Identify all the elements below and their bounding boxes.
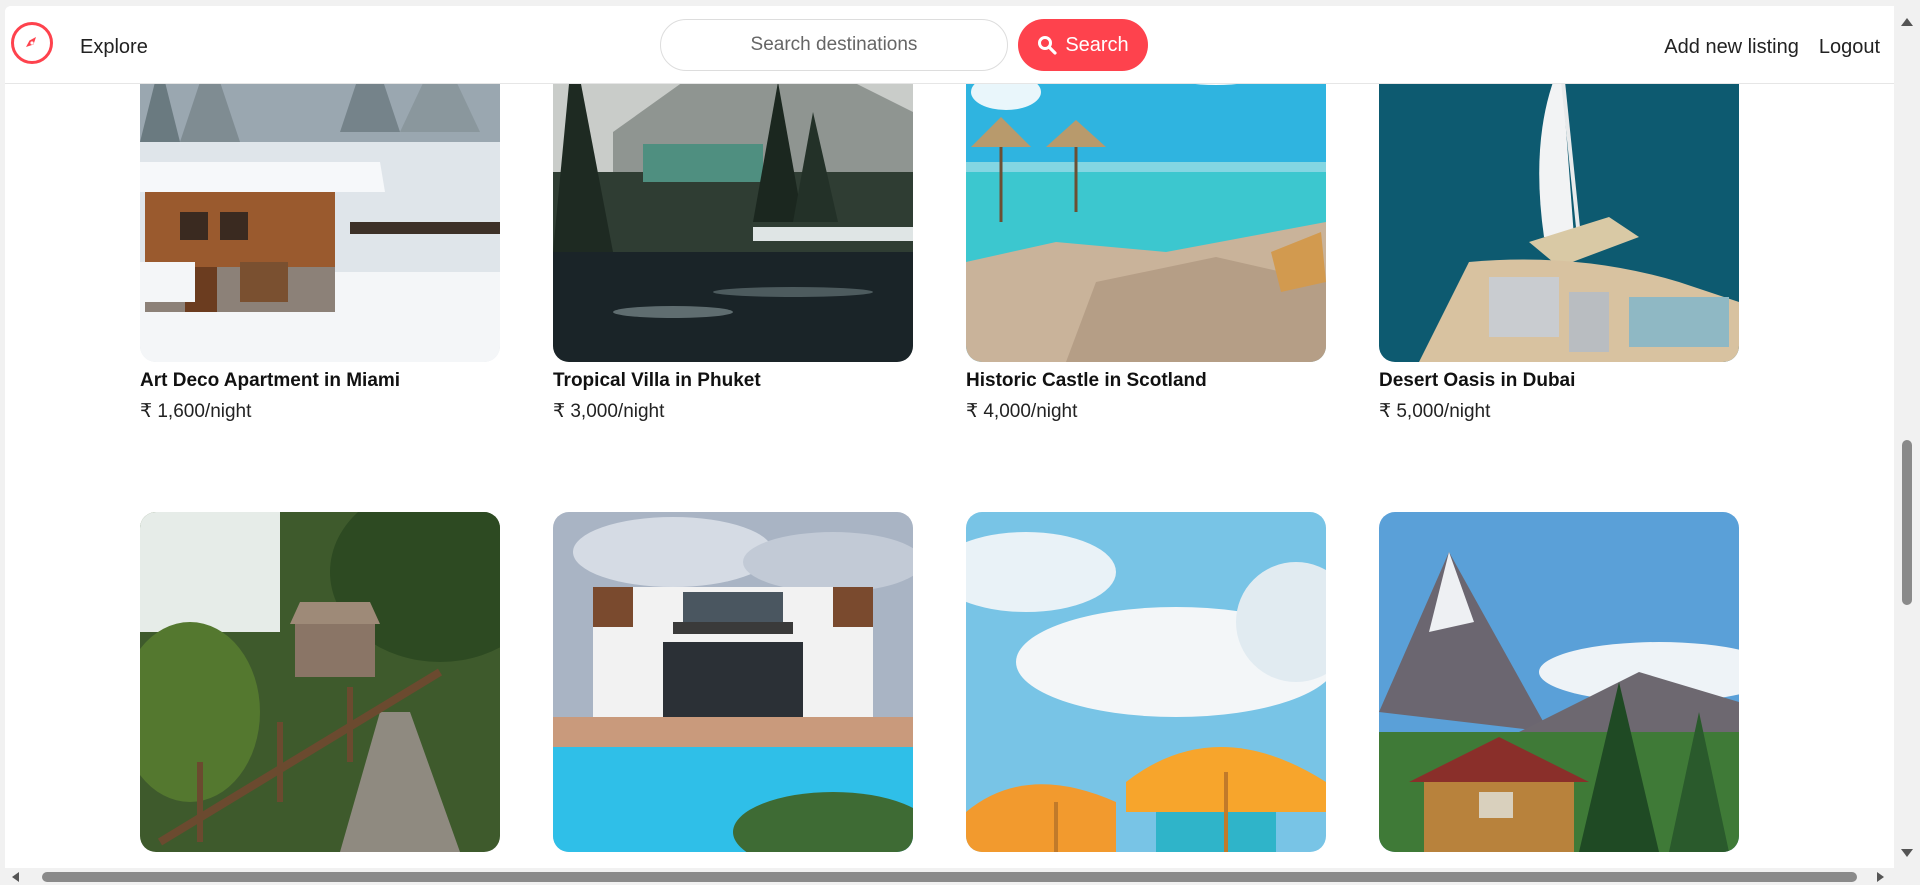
vertical-scrollbar[interactable] <box>1894 0 1920 885</box>
listing-title[interactable]: Desert Oasis in Dubai <box>1379 370 1739 392</box>
listing-card[interactable] <box>140 512 500 852</box>
search-input[interactable] <box>660 19 1008 71</box>
horizontal-scrollbar[interactable] <box>0 868 1894 885</box>
listing-price: ₹ 5,000/night <box>1379 401 1491 422</box>
listing-price: ₹ 4,000/night <box>966 401 1078 422</box>
logout-link[interactable]: Logout <box>1819 36 1880 59</box>
search-button[interactable]: Search <box>1018 19 1148 71</box>
navbar: Explore Search Add new listing Logout <box>5 6 1894 84</box>
scroll-up-arrow-icon[interactable] <box>1901 18 1913 26</box>
listing-image[interactable] <box>1379 512 1739 852</box>
listing-card[interactable] <box>1379 512 1739 852</box>
nav-right-links: Add new listing Logout <box>1664 36 1880 59</box>
listing-image[interactable] <box>140 512 500 852</box>
horizontal-scroll-thumb[interactable] <box>42 872 1857 882</box>
listing-title[interactable]: Tropical Villa in Phuket <box>553 370 913 392</box>
listing-card[interactable] <box>966 512 1326 852</box>
browser-viewport: Explore Search Add new listing Logout <box>5 6 1894 868</box>
nav-explore-link[interactable]: Explore <box>80 36 148 59</box>
listing-image[interactable] <box>553 512 913 852</box>
listing-price: ₹ 3,000/night <box>553 401 665 422</box>
compass-icon[interactable] <box>11 22 53 64</box>
scroll-left-arrow-icon[interactable] <box>12 872 19 882</box>
add-listing-link[interactable]: Add new listing <box>1664 36 1799 59</box>
listing-title[interactable]: Historic Castle in Scotland <box>966 370 1326 392</box>
scroll-down-arrow-icon[interactable] <box>1901 849 1913 857</box>
search-button-label: Search <box>1065 33 1129 56</box>
listing-title[interactable]: Art Deco Apartment in Miami <box>140 370 500 392</box>
listing-price: ₹ 1,600/night <box>140 401 252 422</box>
scroll-right-arrow-icon[interactable] <box>1877 872 1884 882</box>
listing-card[interactable] <box>553 512 913 852</box>
search-icon <box>1038 36 1057 55</box>
listing-image[interactable] <box>966 512 1326 852</box>
vertical-scroll-thumb[interactable] <box>1902 440 1912 605</box>
search-form: Search <box>660 19 1148 71</box>
